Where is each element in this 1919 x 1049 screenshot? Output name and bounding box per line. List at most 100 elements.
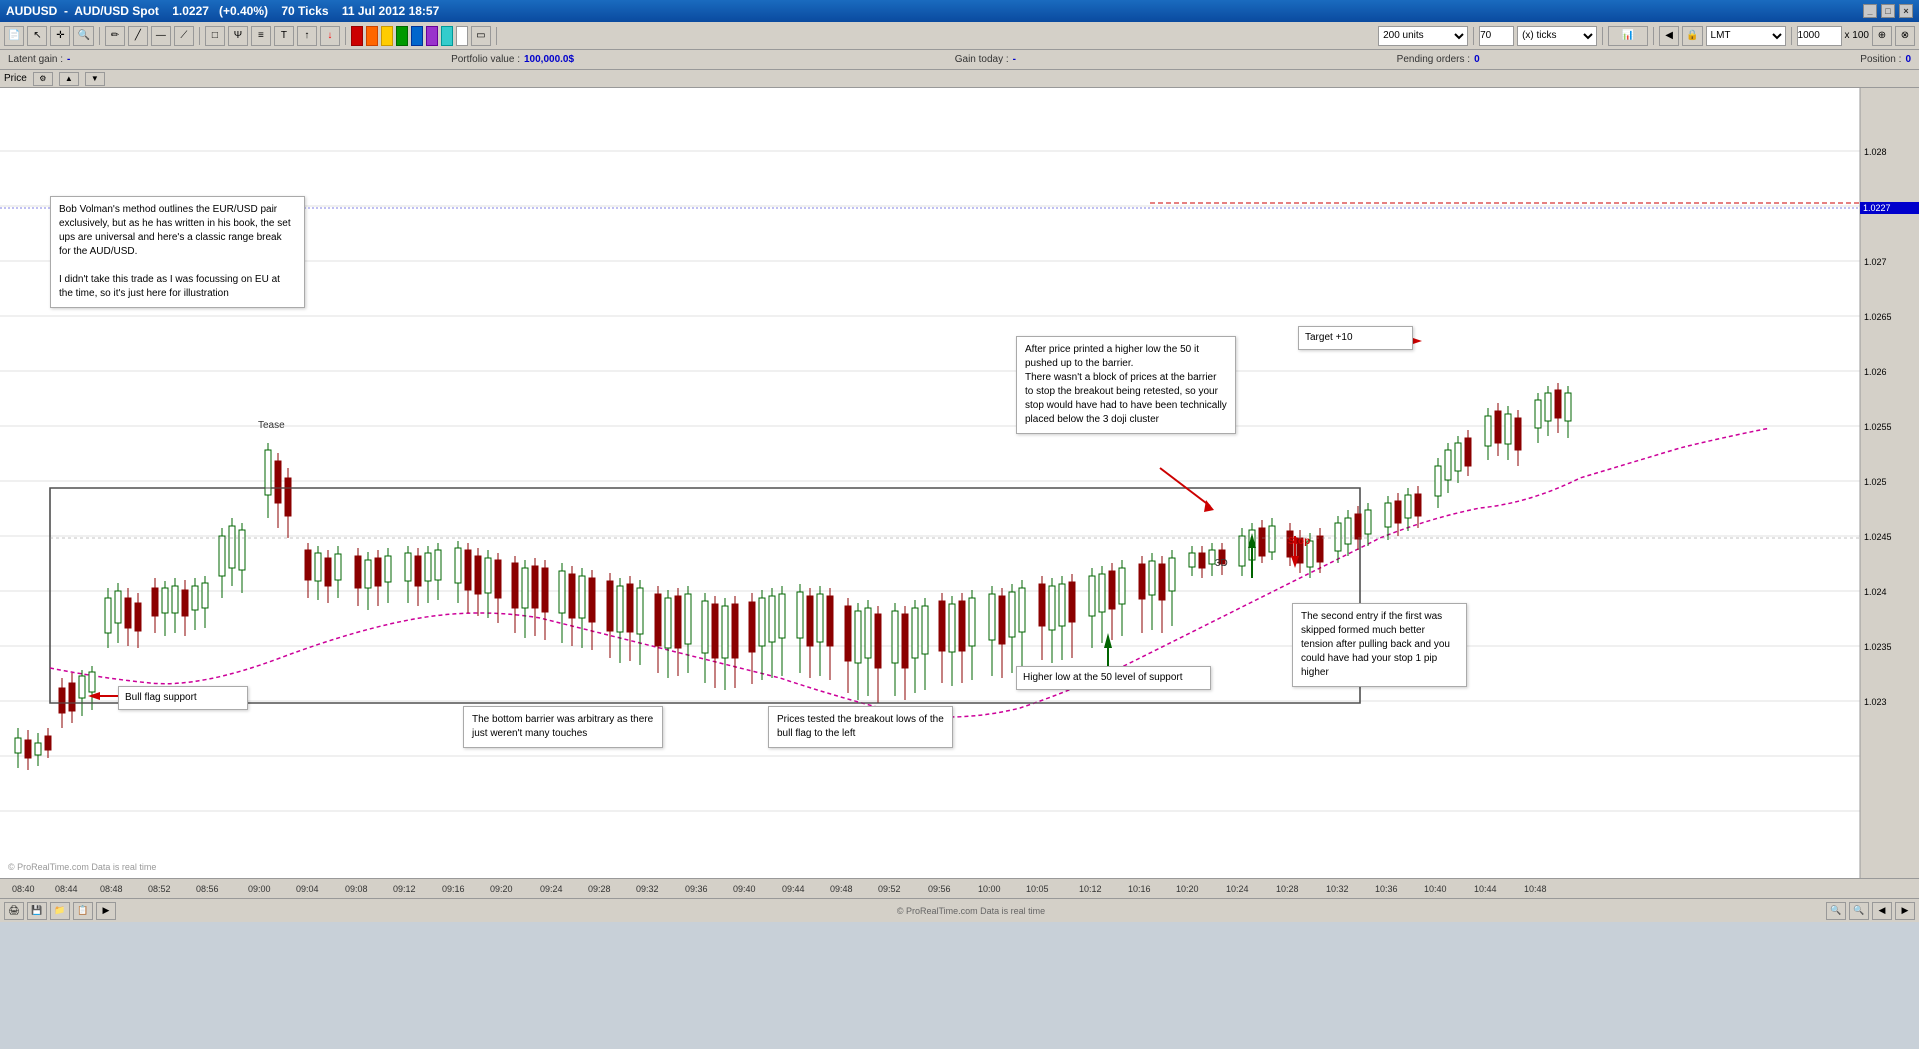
color-2[interactable] [366,26,378,46]
svg-text:1.028: 1.028 [1864,147,1887,157]
svg-text:1.027: 1.027 [1864,257,1887,267]
color-5[interactable] [411,26,423,46]
color-3[interactable] [381,26,393,46]
color-1[interactable] [351,26,363,46]
text-button[interactable]: T [274,26,294,46]
time-label-0936: 09:36 [685,884,708,894]
toolbar: 📄 ↖ ✛ 🔍 ✏ ╱ — ⟋ □ Ψ ≡ T ↑ ↓ ▭ 200 units … [0,22,1919,50]
time-label-1028: 10:28 [1276,884,1299,894]
time-label-0844: 08:44 [55,884,78,894]
time-label-1012: 10:12 [1079,884,1102,894]
time-label-0952: 09:52 [878,884,901,894]
trendline-button[interactable]: ⟋ [174,26,194,46]
scroll-left-button[interactable]: ◀ [1872,902,1892,920]
time-label-1000: 10:00 [978,884,1001,894]
time-label-0928: 09:28 [588,884,611,894]
time-label-1048: 10:48 [1524,884,1547,894]
crosshair-button[interactable]: ✛ [50,26,70,46]
time-label-0920: 09:20 [490,884,513,894]
save-button[interactable]: 💾 [27,902,47,920]
hline-button[interactable]: — [151,26,171,46]
price-row: Price ⚙ ▲ ▼ [0,70,1919,88]
print-button[interactable]: 🖨 [4,902,24,920]
zoom-button[interactable]: 🔍 [73,26,93,46]
time-label-0940: 09:40 [733,884,756,894]
time-label-1020: 10:20 [1176,884,1199,894]
time-label-0956: 09:56 [928,884,951,894]
svg-text:1.0265: 1.0265 [1864,312,1892,322]
arrow-prev[interactable]: ◀ [1659,26,1679,46]
time-label-0932: 09:32 [636,884,659,894]
time-label-1036: 10:36 [1375,884,1398,894]
ticks-type-select[interactable]: (x) ticks [1517,26,1597,46]
play-button[interactable]: ▶ [96,902,116,920]
cursor-button[interactable]: ↖ [27,26,47,46]
portfolio-bar: Latent gain : - Portfolio value : 100,00… [0,50,1919,70]
price-settings-button[interactable]: ⚙ [33,72,53,86]
color-6[interactable] [426,26,438,46]
svg-text:1.0245: 1.0245 [1864,532,1892,542]
order-type-select[interactable]: LMT [1706,26,1786,46]
time-label-1040: 10:40 [1424,884,1447,894]
title-bar: AUDUSD - AUD/USD Spot 1.0227 (+0.40%) 70… [0,0,1919,22]
time-label-0852: 08:52 [148,884,171,894]
lock-button[interactable]: 🔒 [1682,26,1702,46]
arrow-button[interactable]: ↑ [297,26,317,46]
multiplier-label: x 100 [1845,30,1869,41]
time-label-1032: 10:32 [1326,884,1349,894]
color-8[interactable] [456,26,468,46]
units-select[interactable]: 200 units [1378,26,1468,46]
window-title: AUDUSD - AUD/USD Spot 1.0227 (+0.40%) 70… [6,4,439,18]
indicators-button[interactable]: 📊 [1608,26,1648,46]
fib-button[interactable]: Ψ [228,26,248,46]
color-4[interactable] [396,26,408,46]
time-label-0944: 09:44 [782,884,805,894]
price-label: Price [4,73,27,84]
close-button[interactable]: × [1899,4,1913,18]
chart-svg: © ProRealTime.com Data is real time 1.02… [0,88,1919,878]
price-down-button[interactable]: ▼ [85,72,105,86]
ticks-input[interactable] [1479,26,1514,46]
position: Position : 0 [1860,54,1911,65]
quantity-input[interactable] [1797,26,1842,46]
time-label-0908: 09:08 [345,884,368,894]
maximize-button[interactable]: □ [1881,4,1895,18]
window-controls[interactable]: _ □ × [1863,4,1913,18]
zoom-in-button[interactable]: 🔍 [1849,902,1869,920]
time-label-0848: 08:48 [100,884,123,894]
minimize-button[interactable]: _ [1863,4,1877,18]
portfolio-value: Portfolio value : 100,000.0$ [451,54,574,65]
bottom-bar: 🖨 💾 📁 📋 ▶ © ProRealTime.com Data is real… [0,898,1919,922]
color-7[interactable] [441,26,453,46]
zoom-out-button[interactable]: 🔍 [1826,902,1846,920]
time-label-1044: 10:44 [1474,884,1497,894]
time-label-0912: 09:12 [393,884,416,894]
channel-button[interactable]: ≡ [251,26,271,46]
time-label-0924: 09:24 [540,884,563,894]
time-axis: 08:40 08:44 08:48 08:52 08:56 09:00 09:0… [0,878,1919,898]
price-up-button[interactable]: ▲ [59,72,79,86]
pencil-button[interactable]: ✏ [105,26,125,46]
rect-button[interactable]: □ [205,26,225,46]
table-button[interactable]: 📋 [73,902,93,920]
line-button[interactable]: ╱ [128,26,148,46]
time-label-1016: 10:16 [1128,884,1151,894]
time-label-0840: 08:40 [12,884,35,894]
time-label-1024: 10:24 [1226,884,1249,894]
arrow-down-button[interactable]: ↓ [320,26,340,46]
watermark-text: © ProRealTime.com Data is real time [897,906,1045,916]
svg-text:1.0255: 1.0255 [1864,422,1892,432]
time-label-0948: 09:48 [830,884,853,894]
trade-button-2[interactable]: ⊗ [1895,26,1915,46]
folder-button[interactable]: 📁 [50,902,70,920]
scroll-right-button[interactable]: ▶ [1895,902,1915,920]
new-chart-button[interactable]: 📄 [4,26,24,46]
svg-text:1.025: 1.025 [1864,477,1887,487]
time-label-0916: 09:16 [442,884,465,894]
svg-text:1.023: 1.023 [1864,697,1887,707]
svg-text:1.026: 1.026 [1864,367,1887,377]
pending-orders: Pending orders : 0 [1397,54,1480,65]
svg-text:1.0227: 1.0227 [1863,203,1891,213]
trade-button[interactable]: ⊕ [1872,26,1892,46]
rect-shape-button[interactable]: ▭ [471,26,491,46]
